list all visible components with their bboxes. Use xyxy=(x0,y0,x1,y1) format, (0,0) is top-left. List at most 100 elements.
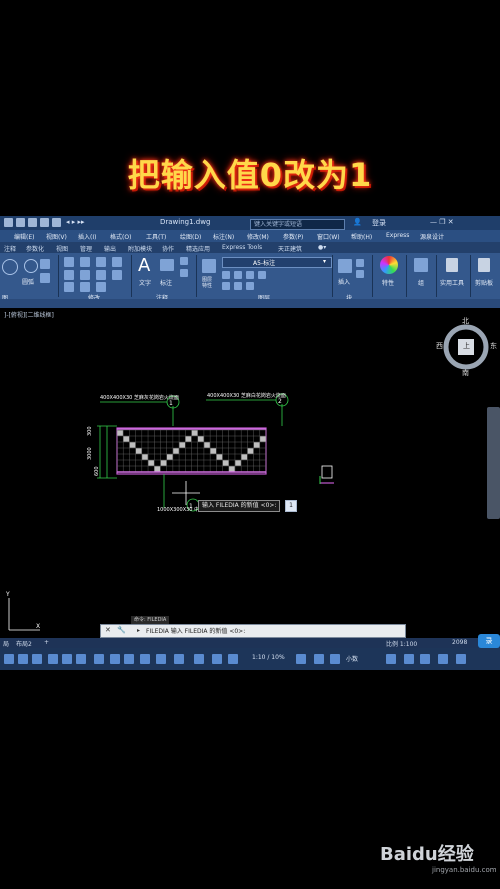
workspace-icon[interactable] xyxy=(296,654,306,664)
snap-icon[interactable] xyxy=(32,654,42,664)
tab-annotate[interactable]: 注释 xyxy=(4,244,16,253)
erase-icon[interactable] xyxy=(112,257,122,267)
tab-output[interactable]: 输出 xyxy=(104,244,116,253)
tab-more-icon[interactable]: ●▾ xyxy=(318,244,326,251)
autoscale-icon[interactable] xyxy=(212,654,222,664)
group-icon[interactable] xyxy=(414,258,428,272)
edit-block-icon[interactable] xyxy=(356,270,364,278)
undo-redo-icons[interactable]: ◂ ▸ ▸▸ xyxy=(66,218,85,226)
transparency-icon[interactable] xyxy=(124,654,134,664)
3d-osnap-icon[interactable] xyxy=(156,654,166,664)
clipboard-icon[interactable] xyxy=(478,258,490,272)
menu-window[interactable]: 窗口(W) xyxy=(317,232,340,241)
menu-dimension[interactable]: 标注(N) xyxy=(213,232,234,241)
tab-express-tools[interactable]: Express Tools xyxy=(222,244,262,251)
menu-insert[interactable]: 插入(I) xyxy=(78,232,96,241)
tab-layout2[interactable]: 布局2 xyxy=(16,639,32,648)
add-layout-button[interactable]: + xyxy=(44,639,49,646)
annotation-visibility-icon[interactable] xyxy=(194,654,204,664)
print-icon[interactable] xyxy=(52,218,61,227)
annotation-monitor-icon[interactable] xyxy=(228,654,238,664)
navigation-bar[interactable] xyxy=(487,407,500,519)
model-space-icon[interactable] xyxy=(4,654,14,664)
layer-properties-icon[interactable] xyxy=(202,259,216,273)
app-logo-icon[interactable] xyxy=(4,218,13,227)
create-block-icon[interactable] xyxy=(356,259,364,267)
tab-collaborate[interactable]: 协作 xyxy=(162,244,174,253)
copy-icon[interactable] xyxy=(64,270,74,280)
menu-view[interactable]: 视图(V) xyxy=(46,232,67,241)
trim-icon[interactable] xyxy=(96,257,106,267)
rect-icon[interactable] xyxy=(40,273,50,283)
window-controls[interactable]: — ❐ ✕ xyxy=(430,218,454,226)
properties-icon[interactable] xyxy=(380,256,398,274)
quick-properties-icon[interactable] xyxy=(386,654,396,664)
grid-icon[interactable] xyxy=(18,654,28,664)
close-icon[interactable]: ✕ xyxy=(105,626,111,634)
units-readout[interactable]: 小数 xyxy=(346,654,358,663)
insert-block-icon[interactable] xyxy=(338,259,352,273)
layer-off-icon[interactable] xyxy=(222,271,230,279)
isolate-icon[interactable] xyxy=(314,654,324,664)
polar-icon[interactable] xyxy=(62,654,72,664)
clean-screen-icon[interactable] xyxy=(420,654,430,664)
explode-icon[interactable] xyxy=(112,270,122,280)
hardware-accel-icon[interactable] xyxy=(330,654,340,664)
menu-edit[interactable]: 编辑(E) xyxy=(14,232,34,241)
wrench-icon[interactable]: 🔧 xyxy=(117,626,126,634)
line-icon[interactable] xyxy=(2,259,18,275)
layer-lock-icon[interactable] xyxy=(258,271,266,279)
layer-walk-icon[interactable] xyxy=(246,282,254,290)
tab-tangent[interactable]: 天正建筑 xyxy=(278,244,302,253)
stretch-icon[interactable] xyxy=(64,282,74,292)
selection-cycling-icon[interactable] xyxy=(140,654,150,664)
menu-tools[interactable]: 工具(T) xyxy=(146,232,166,241)
layer-match-icon[interactable] xyxy=(222,282,230,290)
mirror-icon[interactable] xyxy=(80,270,90,280)
osnap-icon[interactable] xyxy=(76,654,86,664)
annotation-scale[interactable]: 比例 1:100 xyxy=(386,639,417,648)
tab-manage[interactable]: 管理 xyxy=(80,244,92,253)
otrack-icon[interactable] xyxy=(94,654,104,664)
tab-featured[interactable]: 精选应用 xyxy=(186,244,210,253)
scale-readout[interactable]: 1:10 / 10% xyxy=(252,654,285,661)
fillet-icon[interactable] xyxy=(96,270,106,280)
table-icon[interactable] xyxy=(180,269,188,277)
layer-isolate-icon[interactable] xyxy=(234,271,242,279)
record-badge[interactable]: 录 xyxy=(478,634,500,648)
search-input[interactable]: 键入关键字或短语 xyxy=(250,219,345,230)
layer-previous-icon[interactable] xyxy=(234,282,242,290)
menu-express[interactable]: Express xyxy=(386,232,409,239)
menu-yuanquan[interactable]: 源泉设计 xyxy=(420,232,444,241)
arc-icon[interactable] xyxy=(40,259,50,269)
open-file-icon[interactable] xyxy=(28,218,37,227)
rotate-icon[interactable] xyxy=(80,257,90,267)
circle-icon[interactable] xyxy=(24,259,38,273)
menu-modify[interactable]: 修改(M) xyxy=(247,232,269,241)
array-icon[interactable] xyxy=(96,282,106,292)
tab-addins[interactable]: 附加模块 xyxy=(128,244,152,253)
layer-dropdown[interactable]: A5-标注 ▾ xyxy=(222,257,332,268)
scale-icon[interactable] xyxy=(80,282,90,292)
utilities-icon[interactable] xyxy=(446,258,458,272)
fullscreen-icon[interactable] xyxy=(456,654,466,664)
tab-parametric[interactable]: 参数化 xyxy=(26,244,44,253)
save-icon[interactable] xyxy=(40,218,49,227)
ortho-icon[interactable] xyxy=(48,654,58,664)
leader-icon[interactable] xyxy=(180,257,188,265)
menu-draw[interactable]: 绘图(D) xyxy=(180,232,201,241)
tab-layout1[interactable]: 局 xyxy=(3,639,9,648)
menu-parametric[interactable]: 参数(P) xyxy=(283,232,303,241)
lock-ui-icon[interactable] xyxy=(404,654,414,664)
signin-button[interactable]: 登录 xyxy=(372,218,386,228)
menu-format[interactable]: 格式(O) xyxy=(110,232,131,241)
command-input[interactable]: FILEDIA 输入 FILEDIA 的新值 <0>: xyxy=(146,626,245,635)
dimension-icon[interactable] xyxy=(160,259,174,271)
menu-help[interactable]: 帮助(H) xyxy=(351,232,372,241)
new-file-icon[interactable] xyxy=(16,218,25,227)
dynamic-input-field[interactable]: 1 xyxy=(285,500,297,512)
dynamic-ucs-icon[interactable] xyxy=(174,654,184,664)
user-icon[interactable]: 👤 xyxy=(353,218,362,226)
customize-icon[interactable] xyxy=(438,654,448,664)
move-icon[interactable] xyxy=(64,257,74,267)
